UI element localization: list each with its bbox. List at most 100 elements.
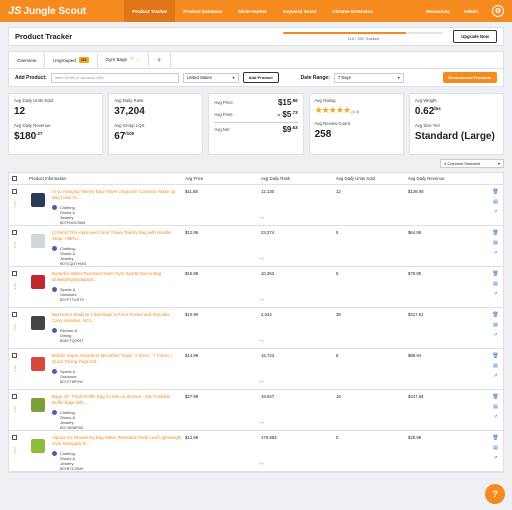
nav-keyword-scout[interactable]: Keyword Scout — [275, 0, 324, 22]
recommend-products-button[interactable]: Recommend Products — [442, 72, 497, 83]
brand-logo[interactable]: JS Jungle Scout — [8, 5, 86, 17]
column-header[interactable]: Avg Daily Rank — [258, 176, 333, 181]
notes-icon[interactable]: ▤ — [493, 322, 498, 328]
product-category: Sports & Outdoors — [60, 369, 77, 379]
delete-icon[interactable]: 🗑 — [492, 435, 498, 441]
nav-chrome-extension[interactable]: Chrome Extension — [324, 0, 381, 22]
tracked-count: 116 / 150 Tracked — [347, 36, 380, 42]
avg-units-cell: 6 — [336, 353, 339, 358]
upgrade-now-button[interactable]: Upgrade Now — [453, 30, 497, 43]
row-checkbox[interactable] — [12, 271, 17, 276]
share-icon[interactable]: ↗ — [493, 414, 497, 420]
drag-handle-icon[interactable]: ⋮ — [12, 406, 26, 413]
share-icon[interactable]: ↗ — [493, 455, 497, 461]
product-title-link[interactable]: Ai-yu Hanging Toiletry Bag-Travel Organi… — [52, 189, 182, 201]
product-title-link[interactable]: Alpaca Go Drawstring Bag Water Resistant… — [52, 435, 182, 447]
product-thumbnail[interactable] — [31, 316, 45, 330]
avg-units-cell: 5 — [336, 230, 339, 235]
share-icon[interactable]: ↗ — [493, 373, 497, 379]
product-thumbnail[interactable] — [31, 234, 45, 248]
row-checkbox[interactable] — [12, 312, 17, 317]
product-title-link[interactable]: Bago 23" Travel Duffle Bag for Men & Wom… — [52, 394, 182, 406]
table-row[interactable]: ⋮ Butterfox Water Resistant Swim Gym Spo… — [9, 267, 503, 308]
tab-gym-bags[interactable]: Gym Bags ✎ ⌂ — [97, 52, 149, 68]
product-category: Clothing, Shoes & Jewelry — [60, 246, 76, 261]
product-thumbnail[interactable] — [31, 193, 45, 207]
column-header[interactable]: Product Information — [26, 176, 182, 181]
select-all-checkbox[interactable] — [12, 175, 17, 181]
share-icon[interactable]: ↗ — [493, 209, 497, 215]
marketplace-select[interactable]: United States ▾ — [182, 72, 239, 83]
product-title-link[interactable]: Butterfox Water Resistant Swim Gym Sport… — [52, 271, 182, 283]
nav-product-tracker[interactable]: Product Tracker — [124, 0, 176, 22]
row-checkbox[interactable] — [12, 394, 17, 399]
date-range-select[interactable]: 7 Days ▾ — [333, 72, 404, 83]
delete-icon[interactable]: 🗑 — [492, 394, 498, 400]
drag-handle-icon[interactable]: ⋮ — [12, 365, 26, 372]
product-title-link[interactable]: Bulbbit Super Absorbent Microfiber Towel… — [52, 353, 182, 365]
row-checkbox[interactable] — [12, 230, 17, 235]
product-thumbnail[interactable] — [31, 439, 45, 453]
tag-icon[interactable]: ⌂ — [137, 57, 140, 62]
product-asin: B07CQDYHW3 — [60, 262, 87, 266]
row-checkbox[interactable] — [12, 435, 17, 440]
product-thumbnail[interactable] — [31, 357, 45, 371]
table-row[interactable]: ⋮ Bago 23" Travel Duffle Bag for Men & W… — [9, 390, 503, 431]
drag-handle-icon[interactable]: ⋮ — [12, 283, 26, 290]
expand-chevron-icon[interactable]: ︾ — [259, 380, 264, 387]
notes-icon[interactable]: ▤ — [493, 240, 498, 246]
product-thumbnail[interactable] — [31, 398, 45, 412]
nav-product-database[interactable]: Product Database — [175, 0, 230, 22]
nav-admin[interactable]: Admin — [464, 9, 478, 14]
table-row[interactable]: ⋮ Bulbbit Super Absorbent Microfiber Tow… — [9, 349, 503, 390]
table-row[interactable]: ⋮ [2 Pack] TSA-Approved Clear Travel Toi… — [9, 226, 503, 267]
add-product-button[interactable]: Add Product — [242, 72, 279, 83]
expand-chevron-icon[interactable]: ︾ — [259, 339, 264, 346]
column-header[interactable]: Avg Daily Revenue — [405, 176, 485, 181]
drag-handle-icon[interactable]: ⋮ — [12, 324, 26, 331]
notes-icon[interactable]: ▤ — [493, 199, 498, 205]
delete-icon[interactable]: 🗑 — [492, 312, 498, 318]
column-header[interactable]: Avg Price — [182, 176, 258, 181]
table-row[interactable]: ⋮ Alpaca Go Drawstring Bag Water Resista… — [9, 431, 503, 472]
drag-handle-icon[interactable]: ⋮ — [12, 242, 26, 249]
nav-niche-hunter[interactable]: Niche Hunter — [230, 0, 275, 22]
notes-icon[interactable]: ▤ — [493, 281, 498, 287]
expand-chevron-icon[interactable]: ︾ — [259, 298, 264, 305]
drag-handle-icon[interactable]: ⋮ — [12, 201, 26, 208]
delete-icon[interactable]: 🗑 — [492, 230, 498, 236]
asin-input[interactable]: Insert ASIN or Amazon URL — [50, 72, 179, 83]
expand-chevron-icon[interactable]: ︾ — [259, 421, 264, 428]
help-icon[interactable]: ? — [485, 484, 505, 504]
add-tab-plus-icon[interactable]: + — [149, 52, 171, 68]
expand-chevron-icon[interactable]: ︾ — [259, 257, 264, 264]
notes-icon[interactable]: ▤ — [493, 363, 498, 369]
drag-handle-icon[interactable]: ⋮ — [12, 447, 26, 454]
nav-resources[interactable]: Resources — [426, 9, 450, 14]
expand-chevron-icon[interactable]: ︾ — [259, 462, 264, 469]
expand-chevron-icon[interactable]: ︾ — [259, 216, 264, 223]
product-title-link[interactable]: [2 Pack] TSA-Approved Clear Travel Toile… — [52, 230, 182, 242]
product-thumbnail[interactable] — [31, 275, 45, 289]
tab-ungrouped[interactable]: Ungrouped 111 — [45, 52, 98, 68]
columns-select[interactable]: 4 Columns Selected ▾ — [440, 159, 504, 168]
share-icon[interactable]: ↗ — [493, 250, 497, 256]
delete-icon[interactable]: 🗑 — [492, 353, 498, 359]
share-icon[interactable]: ↗ — [493, 332, 497, 338]
units-value: 12 — [14, 106, 26, 117]
notes-icon[interactable]: ▤ — [493, 445, 498, 451]
delete-icon[interactable]: 🗑 — [492, 189, 498, 195]
notes-icon[interactable]: ▤ — [493, 404, 498, 410]
product-title-link[interactable]: BeeGreen Stadium Clear Bags w Front Pock… — [52, 312, 182, 324]
tab-overview[interactable]: Overview — [9, 52, 46, 68]
row-checkbox[interactable] — [12, 353, 17, 358]
table-row[interactable]: ⋮ BeeGreen Stadium Clear Bags w Front Po… — [9, 308, 503, 349]
column-header[interactable]: Avg Daily Units Sold — [333, 176, 405, 181]
settings-gear-icon[interactable]: ⚙ — [492, 5, 504, 17]
add-product-label: Add Product: — [15, 74, 47, 81]
edit-icon[interactable]: ✎ — [130, 56, 134, 62]
row-checkbox[interactable] — [12, 189, 17, 194]
delete-icon[interactable]: 🗑 — [492, 271, 498, 277]
table-row[interactable]: ⋮ Ai-yu Hanging Toiletry Bag-Travel Orga… — [9, 185, 503, 226]
share-icon[interactable]: ↗ — [493, 291, 497, 297]
